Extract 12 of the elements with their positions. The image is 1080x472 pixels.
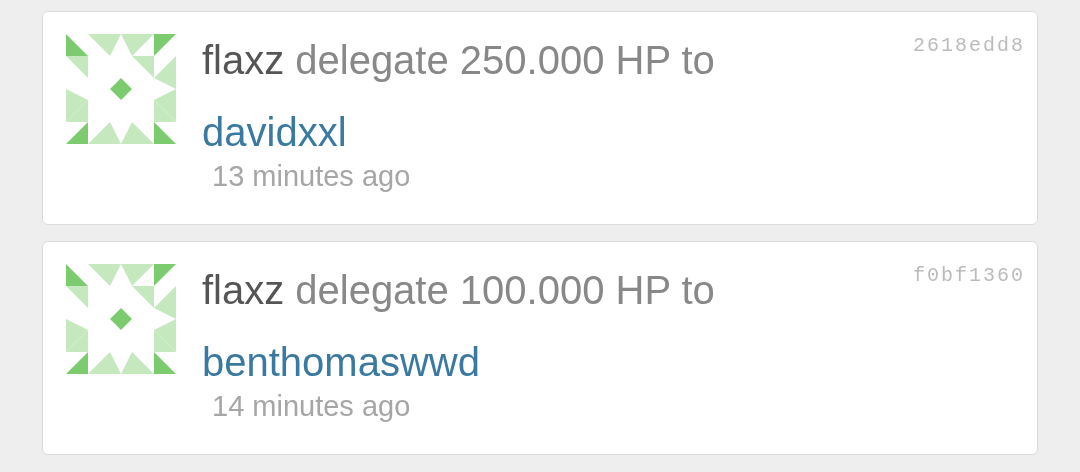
action-text: delegate 250.000 HP to [295, 38, 715, 82]
author-link[interactable]: flaxz [202, 268, 285, 312]
avatar-icon [66, 34, 176, 144]
author-link[interactable]: flaxz [202, 38, 285, 82]
recipient-link[interactable]: davidxxl [202, 110, 347, 154]
action-text: delegate 100.000 HP to [295, 268, 715, 312]
avatar-icon [66, 264, 176, 374]
transaction-hash: 2618edd8 [913, 34, 1025, 59]
transaction-hash: f0bf1360 [913, 264, 1025, 289]
recipient-link[interactable]: benthomaswwd [202, 340, 480, 384]
timestamp: 14 minutes ago [212, 390, 412, 423]
timestamp: 13 minutes ago [212, 160, 412, 193]
